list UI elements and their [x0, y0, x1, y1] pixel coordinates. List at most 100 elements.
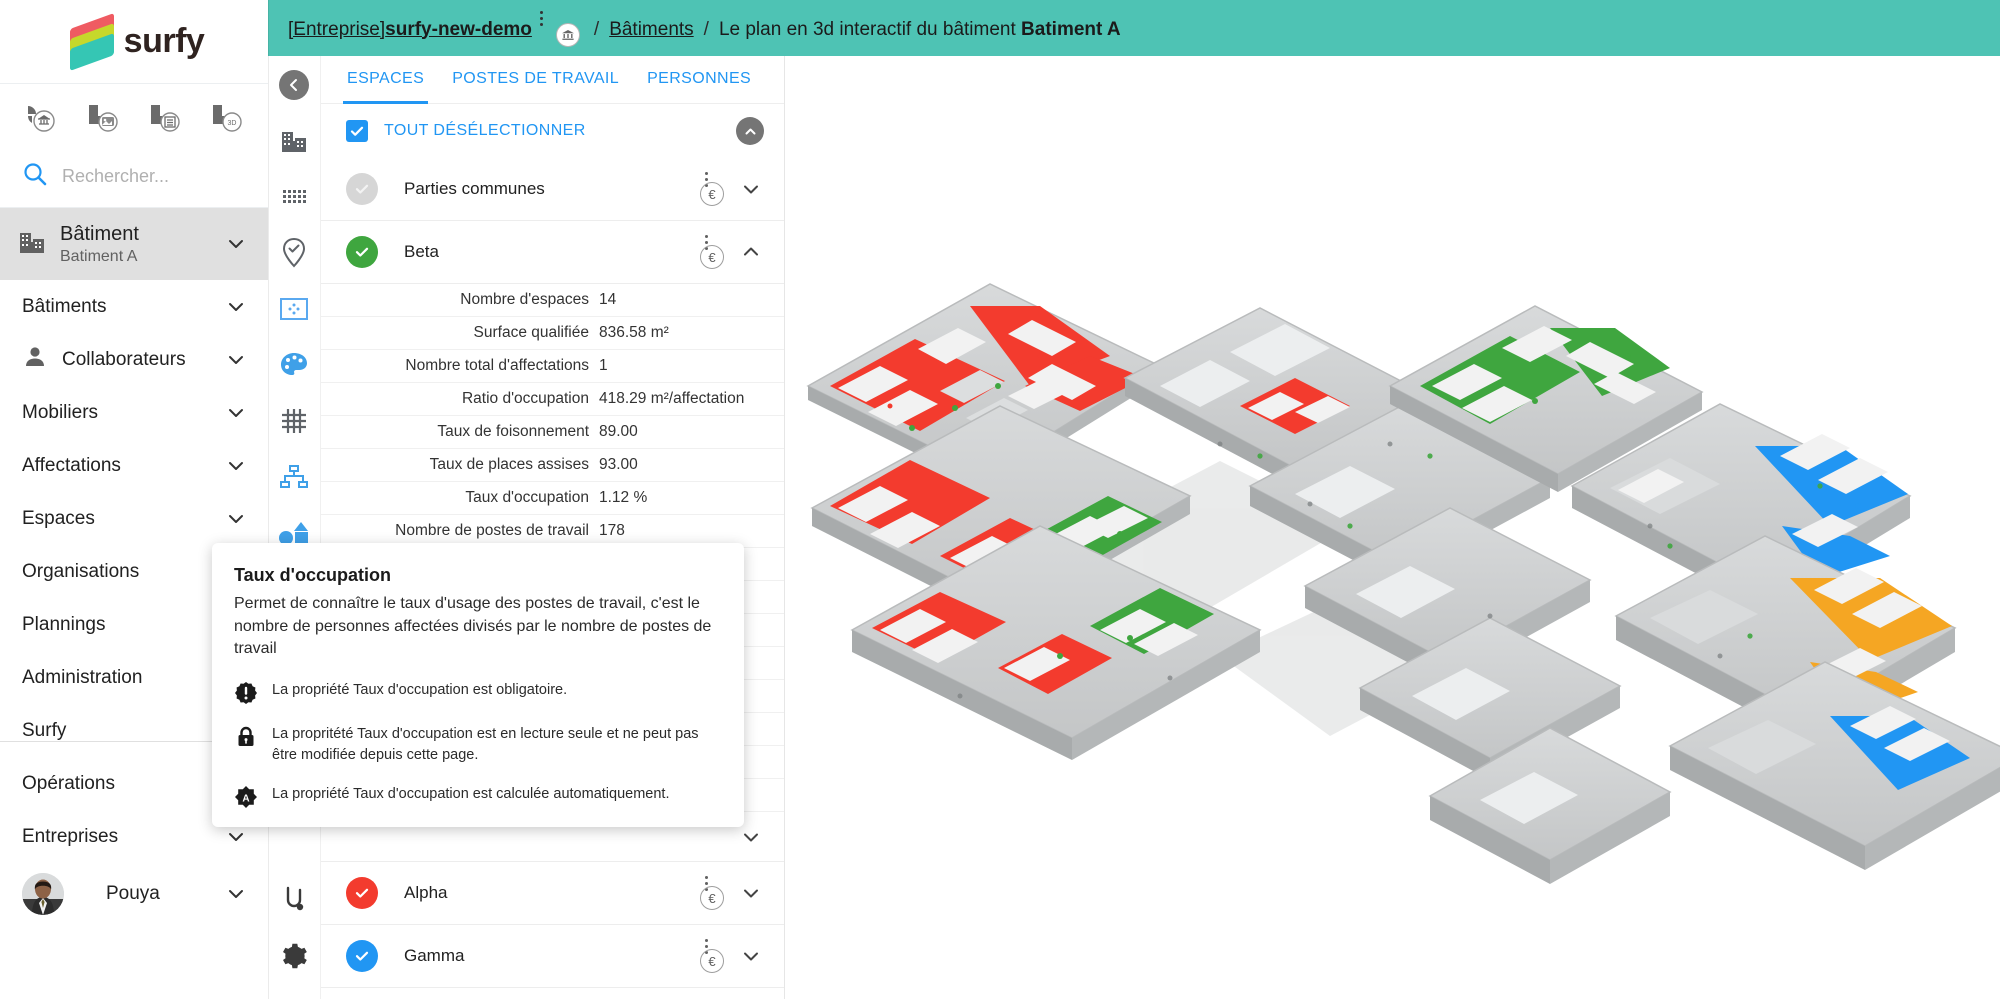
collapse-panel-button[interactable]: [279, 70, 309, 100]
breadcrumb-entreprise-prefix[interactable]: [Entreprise]: [288, 19, 385, 40]
chevron-down-icon[interactable]: [740, 826, 762, 848]
palette-icon[interactable]: [277, 348, 311, 382]
property-value: 89.00: [599, 423, 638, 441]
svg-text:A: A: [242, 794, 249, 805]
building-list-icon[interactable]: [148, 103, 182, 133]
property-row-taux-doccupation[interactable]: Taux d'occupation 1.12 %: [321, 482, 784, 515]
property-value: 14: [599, 291, 616, 309]
sidebar-item-espaces[interactable]: Espaces: [0, 492, 268, 545]
property-label: Surface qualifiée: [321, 324, 599, 342]
search-input[interactable]: [62, 166, 232, 187]
building-3d-icon[interactable]: 3D: [210, 103, 244, 133]
building-icon[interactable]: [277, 124, 311, 158]
property-value: 93.00: [599, 456, 638, 474]
bank-icon[interactable]: [556, 23, 580, 47]
group-name: Beta: [404, 242, 696, 262]
sidebar-item-label: Collaborateurs: [62, 349, 212, 371]
chevron-up-icon[interactable]: [736, 117, 764, 145]
brand-name: surfy: [124, 22, 205, 61]
group-row-beta[interactable]: Beta €: [321, 221, 784, 284]
chevron-down-icon[interactable]: [740, 945, 762, 967]
chevron-down-icon[interactable]: [226, 884, 246, 904]
building-3d-floorplan[interactable]: [790, 56, 2000, 999]
left-sidebar: surfy 3D: [0, 0, 268, 999]
tooltip-note-required: La propriété Taux d'occupation est oblig…: [234, 680, 718, 705]
chevron-down-icon[interactable]: [740, 178, 762, 200]
sidebar-item-user[interactable]: Pouya: [0, 863, 268, 925]
required-badge-icon: [234, 681, 258, 705]
chevron-down-icon[interactable]: [226, 350, 246, 370]
status-checked-icon[interactable]: [346, 236, 378, 268]
brand-logo[interactable]: surfy: [0, 0, 268, 84]
dashboard-bank-icon[interactable]: [24, 103, 58, 133]
sidebar-user-label: Pouya: [106, 883, 212, 905]
chevron-down-icon[interactable]: [226, 403, 246, 423]
select-all-label[interactable]: TOUT DÉSÉLECTIONNER: [384, 122, 720, 140]
status-unchecked-icon[interactable]: [346, 173, 378, 205]
sidebar-item-current-building[interactable]: Bâtiment Batiment A: [0, 208, 268, 280]
property-row: Nombre total d'affectations 1: [321, 350, 784, 383]
tool-rail: [268, 56, 321, 999]
sidebar-item-batiments[interactable]: Bâtiments: [0, 280, 268, 333]
sidebar-item-label: Affectations: [22, 455, 212, 477]
breadcrumb-batiments-link[interactable]: Bâtiments: [609, 19, 693, 40]
sidebar-item-label: Entreprises: [22, 826, 212, 848]
frame-select-icon[interactable]: [277, 292, 311, 326]
building-image-icon[interactable]: [86, 103, 120, 133]
grid-dots-icon[interactable]: [277, 180, 311, 214]
sidebar-item-label: Espaces: [22, 508, 212, 530]
tab-postes-de-travail[interactable]: POSTES DE TRAVAIL: [438, 56, 633, 104]
quick-icons-row: 3D: [0, 84, 268, 146]
sidebar-item-label: Bâtiments: [22, 296, 212, 318]
group-row-alpha[interactable]: Alpha €: [321, 862, 784, 925]
group-row-gamma[interactable]: Gamma €: [321, 925, 784, 988]
search-row[interactable]: [0, 146, 268, 208]
sidebar-item-collaborateurs[interactable]: Collaborateurs: [0, 333, 268, 386]
hierarchy-icon[interactable]: [277, 460, 311, 494]
chevron-down-icon[interactable]: [226, 509, 246, 529]
property-value: 178: [599, 522, 625, 540]
property-value: 1.12 %: [599, 489, 647, 507]
gear-icon[interactable]: [277, 939, 311, 973]
breadcrumb-entreprise-name[interactable]: surfy-new-demo: [385, 19, 532, 40]
euro-cost-icon[interactable]: €: [696, 876, 726, 910]
euro-cost-icon[interactable]: €: [696, 939, 726, 973]
property-label: Taux de places assises: [321, 456, 599, 474]
chevron-down-icon[interactable]: [740, 882, 762, 904]
property-row: Ratio d'occupation 418.29 m²/affectation: [321, 383, 784, 416]
grid-lines-icon[interactable]: [277, 404, 311, 438]
chevron-down-icon[interactable]: [226, 456, 246, 476]
floorplan-svg[interactable]: [790, 56, 2000, 999]
chevron-up-icon[interactable]: [740, 241, 762, 263]
tab-espaces[interactable]: ESPACES: [333, 56, 438, 104]
building-icon: [18, 229, 46, 260]
menu-dots-icon[interactable]: [540, 11, 544, 29]
chevron-down-icon[interactable]: [226, 297, 246, 317]
status-checked-icon[interactable]: [346, 877, 378, 909]
status-checked-icon[interactable]: [346, 940, 378, 972]
euro-cost-icon[interactable]: €: [696, 235, 726, 269]
chevron-down-icon[interactable]: [226, 234, 246, 254]
map-pin-check-icon[interactable]: [277, 236, 311, 270]
select-all-checkbox[interactable]: [346, 120, 368, 142]
group-name: Alpha: [404, 883, 696, 903]
sidebar-item-affectations[interactable]: Affectations: [0, 439, 268, 492]
measure-icon[interactable]: [277, 883, 311, 917]
chevron-down-icon[interactable]: [226, 827, 246, 847]
property-row: Surface qualifiée 836.58 m²: [321, 317, 784, 350]
svg-text:3D: 3D: [228, 120, 237, 127]
property-value: 1: [599, 357, 608, 375]
euro-cost-icon[interactable]: €: [696, 172, 726, 206]
property-value: 418.29 m²/affectation: [599, 390, 744, 408]
sidebar-item-mobiliers[interactable]: Mobiliers: [0, 386, 268, 439]
property-label: Nombre total d'affectations: [321, 357, 599, 375]
auto-badge-icon: A: [234, 785, 258, 809]
property-label: Taux de foisonnement: [321, 423, 599, 441]
select-all-row: TOUT DÉSÉLECTIONNER: [321, 104, 784, 158]
tooltip-note-text: La propriété Taux d'occupation est calcu…: [272, 784, 669, 805]
tab-personnes[interactable]: PERSONNES: [633, 56, 765, 104]
property-row: Nombre d'espaces 14: [321, 284, 784, 317]
group-row-parties-communes[interactable]: Parties communes €: [321, 158, 784, 221]
tooltip-note-text: La propriété Taux d'occupation est oblig…: [272, 680, 567, 701]
breadcrumb-separator: /: [594, 19, 599, 40]
